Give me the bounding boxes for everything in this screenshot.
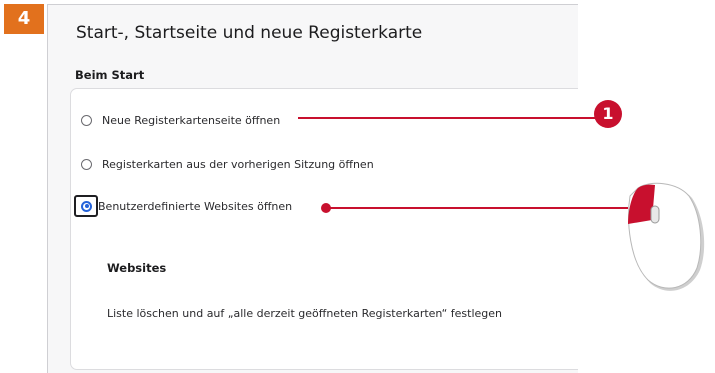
websites-heading: Websites bbox=[107, 261, 167, 275]
option-previous-session[interactable]: Registerkarten aus der vorherigen Sitzun… bbox=[81, 153, 374, 175]
option-label: Benutzerdefinierte Websites öffnen bbox=[98, 199, 293, 213]
radio-previous-session[interactable] bbox=[81, 158, 92, 170]
browser-settings-panel: Start-, Startseite und neue Registerkart… bbox=[47, 4, 578, 373]
clear-list-link[interactable]: Liste löschen und auf „alle derzeit geöf… bbox=[107, 307, 502, 320]
startup-options-card: Neue Registerkartenseite öffnen Register… bbox=[70, 88, 578, 370]
callout-number-badge: 1 bbox=[594, 100, 622, 128]
step-number-badge: 4 bbox=[4, 4, 44, 34]
radio-new-tab-page[interactable] bbox=[81, 114, 92, 126]
option-label: Neue Registerkartenseite öffnen bbox=[102, 113, 281, 127]
radio-custom-websites[interactable] bbox=[81, 200, 92, 212]
option-new-tab-page[interactable]: Neue Registerkartenseite öffnen bbox=[81, 109, 280, 131]
section-title: Start-, Startseite und neue Registerkart… bbox=[76, 23, 423, 43]
mouse-left-click-icon bbox=[628, 182, 705, 291]
on-startup-label: Beim Start bbox=[75, 68, 145, 82]
option-custom-websites[interactable]: Benutzerdefinierte Websites öffnen bbox=[81, 195, 292, 217]
option-label: Registerkarten aus der vorherigen Sitzun… bbox=[102, 157, 374, 171]
